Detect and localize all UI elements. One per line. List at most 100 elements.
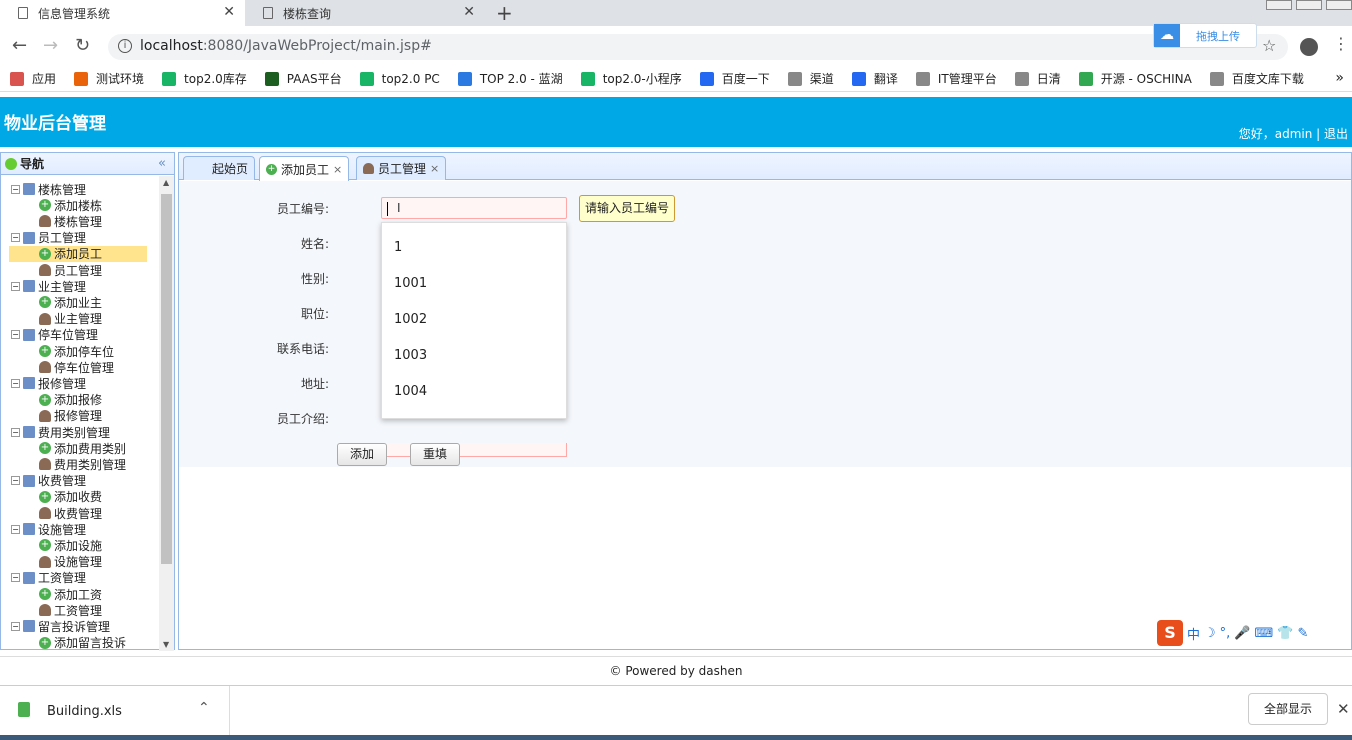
tree-item[interactable]: 员工管理 — [25, 262, 147, 278]
ime-toolbar[interactable]: S 中 ☽ °, 🎤 ⌨ 👕 ✎ — [1157, 620, 1308, 646]
tree-folder[interactable]: − 收费管理 — [11, 473, 151, 489]
bookmark-item[interactable]: 测试环境 — [74, 70, 144, 87]
reset-button[interactable]: 重填 — [410, 443, 460, 466]
tab-add-employee[interactable]: + 添加员工 × — [259, 156, 350, 181]
tree-folder[interactable]: − 业主管理 — [11, 278, 151, 294]
tree-item[interactable]: 停车位管理 — [25, 359, 147, 375]
suggestion-item[interactable]: 1 — [394, 240, 402, 255]
collapse-toggle-icon[interactable]: − — [11, 330, 20, 340]
bookmark-item[interactable]: 日清 — [1014, 70, 1061, 87]
tree-item[interactable]: 业主管理 — [25, 311, 147, 327]
address-bar[interactable]: i localhost:8080/JavaWebProject/main.jsp… — [108, 34, 1288, 60]
reload-icon[interactable]: ↻ — [75, 35, 90, 56]
suggestion-item[interactable]: 1001 — [394, 276, 427, 291]
more-bookmarks-icon[interactable]: » — [1335, 70, 1344, 86]
tree-item[interactable]: + 添加楼栋 — [25, 197, 147, 213]
tree-folder[interactable]: − 停车位管理 — [11, 327, 151, 343]
tree-item[interactable]: + 添加停车位 — [25, 343, 147, 359]
scroll-down-icon[interactable]: ▼ — [163, 640, 169, 649]
profile-avatar-icon[interactable] — [1300, 38, 1318, 56]
collapse-toggle-icon[interactable]: − — [11, 427, 20, 437]
back-icon[interactable]: ← — [12, 35, 27, 56]
forward-icon[interactable]: → — [43, 35, 58, 56]
scroll-up-icon[interactable]: ▲ — [163, 178, 169, 187]
new-tab-icon[interactable]: + — [496, 1, 513, 25]
browser-menu-icon[interactable]: ⋮ — [1333, 34, 1349, 53]
sidebar-scrollbar[interactable]: ▲ ▼ — [159, 176, 174, 651]
tree-item[interactable]: + 添加员工 — [9, 245, 147, 262]
close-tab-icon[interactable]: ✕ — [223, 4, 235, 20]
collapse-toggle-icon[interactable]: − — [11, 281, 20, 291]
collapse-toggle-icon[interactable]: − — [11, 184, 20, 194]
collapse-toggle-icon[interactable]: − — [11, 524, 20, 534]
tree-item[interactable]: 工资管理 — [25, 602, 147, 618]
download-item[interactable]: Building.xls ⌃ — [0, 686, 230, 736]
tree-item[interactable]: + 添加费用类别 — [25, 440, 147, 456]
tree-folder[interactable]: − 留言投诉管理 — [11, 618, 151, 634]
maximize-button[interactable] — [1296, 0, 1322, 10]
close-icon[interactable]: × — [430, 162, 439, 175]
add-button[interactable]: 添加 — [337, 443, 387, 466]
bookmark-item[interactable]: PAAS平台 — [264, 70, 342, 87]
sogou-logo-icon[interactable]: S — [1157, 620, 1183, 646]
tree-folder[interactable]: − 员工管理 — [11, 230, 151, 246]
tree-folder[interactable]: − 楼栋管理 — [11, 181, 151, 197]
close-tab-icon[interactable]: ✕ — [463, 4, 475, 20]
tab-home[interactable]: 起始页 — [183, 156, 255, 180]
collapse-toggle-icon[interactable]: − — [11, 621, 20, 631]
ime-option-icon[interactable]: 中 — [1187, 624, 1200, 643]
show-all-button[interactable]: 全部显示 — [1248, 693, 1328, 725]
bookmark-item[interactable]: 翻译 — [851, 70, 898, 87]
tree-item[interactable]: 设施管理 — [25, 554, 147, 570]
ime-option-icon[interactable]: ✎ — [1297, 626, 1308, 641]
close-downloads-icon[interactable]: ✕ — [1337, 700, 1350, 718]
scroll-thumb[interactable] — [161, 194, 172, 564]
tree-item[interactable]: 报修管理 — [25, 408, 147, 424]
tab-employee-management[interactable]: 员工管理 × — [356, 156, 447, 180]
chevron-up-icon[interactable]: ⌃ — [198, 700, 210, 716]
tree-folder[interactable]: − 费用类别管理 — [11, 424, 151, 440]
info-icon[interactable]: i — [118, 39, 132, 53]
tree-item[interactable]: + 添加设施 — [25, 537, 147, 553]
ime-option-icon[interactable]: 🎤 — [1234, 626, 1250, 641]
bookmark-item[interactable]: 渠道 — [787, 70, 834, 87]
drag-upload-widget[interactable]: ☁ 拖拽上传 — [1153, 23, 1257, 48]
tree-item[interactable]: + 添加业主 — [25, 294, 147, 310]
collapse-toggle-icon[interactable]: − — [11, 378, 20, 388]
bookmark-item[interactable]: top2.0 PC — [359, 71, 440, 86]
minimize-button[interactable] — [1266, 0, 1292, 10]
ime-option-icon[interactable]: ⌨ — [1255, 626, 1274, 641]
browser-tab-building-query[interactable]: 楼栋查询 ✕ — [245, 0, 485, 26]
bookmark-item[interactable]: IT管理平台 — [915, 70, 997, 87]
close-icon[interactable]: × — [333, 163, 342, 176]
tree-item[interactable]: 收费管理 — [25, 505, 147, 521]
introduction-input[interactable] — [381, 443, 567, 457]
suggestion-item[interactable]: 1003 — [394, 348, 427, 363]
suggestion-item[interactable]: 1002 — [394, 312, 427, 327]
tree-folder[interactable]: − 工资管理 — [11, 570, 151, 586]
tree-item[interactable]: + 添加收费 — [25, 489, 147, 505]
collapse-toggle-icon[interactable]: − — [11, 476, 20, 486]
suggestion-item[interactable]: 1004 — [394, 384, 427, 399]
collapse-toggle-icon[interactable]: − — [11, 573, 20, 583]
bookmark-item[interactable]: top2.0库存 — [162, 70, 247, 87]
tree-item[interactable]: + 添加报修 — [25, 392, 147, 408]
tree-item[interactable]: + 添加工资 — [25, 586, 147, 602]
ime-option-icon[interactable]: ☽ — [1204, 626, 1216, 641]
bookmark-item[interactable]: 开源 - OSCHINA — [1078, 70, 1192, 87]
bookmark-item[interactable]: TOP 2.0 - 蓝湖 — [457, 70, 563, 87]
ime-option-icon[interactable]: °, — [1220, 626, 1231, 641]
tree-folder[interactable]: − 报修管理 — [11, 375, 151, 391]
browser-tab-info-system[interactable]: 信息管理系统 ✕ — [0, 0, 245, 26]
bookmark-item[interactable]: 百度一下 — [699, 70, 770, 87]
tree-folder[interactable]: − 设施管理 — [11, 521, 151, 537]
collapse-icon[interactable]: « — [158, 156, 166, 171]
bookmark-item[interactable]: top2.0-小程序 — [580, 70, 682, 87]
ime-option-icon[interactable]: 👕 — [1277, 626, 1293, 641]
employee-id-input[interactable]: I — [381, 197, 567, 219]
user-greeting[interactable]: 您好，admin | 退出 — [1239, 125, 1348, 142]
collapse-toggle-icon[interactable]: − — [11, 233, 20, 243]
tree-item[interactable]: 楼栋管理 — [25, 213, 147, 229]
tree-item[interactable]: + 添加留言投诉 — [25, 635, 147, 651]
bookmark-item[interactable]: 百度文库下载 — [1209, 70, 1304, 87]
